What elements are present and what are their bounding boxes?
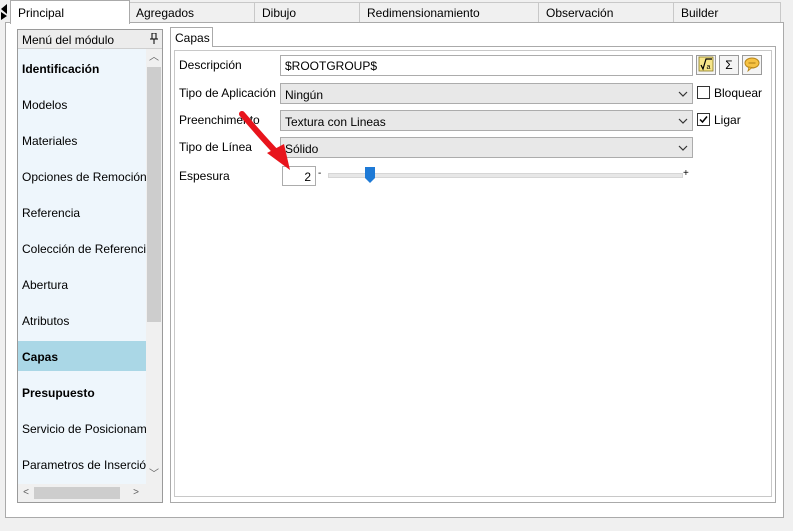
module-menu-title: Menú del módulo [22,33,115,47]
chevron-down-icon [678,91,688,97]
espesura-label: Espesura [179,169,230,183]
sidebar-item-presupuesto[interactable]: Presupuesto [18,377,146,407]
tab-agregados[interactable]: Agregados [128,2,255,22]
menu-vertical-scroll-thumb[interactable] [147,67,161,322]
tab-redimensionamiento[interactable]: Redimensionamiento [359,2,539,22]
module-menu-header: Menú del módulo [18,30,162,49]
sum-button[interactable]: Σ [719,55,739,75]
sidebar-item-colección-de-referencias[interactable]: Colección de Referencias [18,233,146,263]
preenchimento-select[interactable]: Textura con Lineas [280,110,693,131]
descripcion-label: Descripción [179,58,242,72]
espesura-slider-thumb[interactable] [365,167,375,183]
tipo-aplicacion-value: Ningún [285,88,324,102]
chevron-down-icon [678,118,688,124]
descripcion-field[interactable]: $ROOTGROUP$ [280,55,693,76]
sigma-icon: Σ [725,58,733,72]
sidebar-item-modelos[interactable]: Modelos [18,89,146,119]
formula-button[interactable]: a [696,55,716,75]
menu-horizontal-scroll-thumb[interactable] [34,487,120,499]
module-menu: Menú del módulo Identificación Modelos Mat… [17,29,163,503]
square-root-icon: a [698,56,714,72]
preenchimento-value: Textura con Lineas [285,115,386,129]
main-tab-strip: Principal Agregados Dibujo Redimensionam… [0,0,793,24]
bloquear-label: Bloquear [714,86,763,100]
tab-scroll-right-icon[interactable] [1,12,7,20]
red-arrow-annotation [239,111,290,170]
svg-text:a: a [707,64,711,71]
sidebar-item-materiales[interactable]: Materiales [18,125,146,155]
module-menu-list: Identificación Modelos Materiales Opciones … [18,49,146,484]
tab-dibujo[interactable]: Dibujo [254,2,360,22]
menu-horizontal-scrollbar[interactable]: < > [18,484,162,502]
tipo-aplicacion-select[interactable]: Ningún [280,83,693,104]
slider-max-label: + [683,168,689,179]
tab-capas[interactable]: Capas [170,27,213,47]
scroll-right-icon[interactable]: > [128,485,144,501]
pin-icon[interactable] [150,32,158,47]
sidebar-item-opciones-de-remoción[interactable]: Opciones de Remoción [18,161,146,191]
bloquear-checkbox[interactable] [697,86,710,99]
ligar-checkbox[interactable] [697,113,710,126]
scroll-down-icon[interactable]: ﹀ [146,467,162,483]
sidebar-item-atributos[interactable]: Atributos [18,305,146,335]
tipo-aplicacion-label: Tipo de Aplicación [179,86,276,100]
sidebar-item-capas[interactable]: Capas [18,341,146,371]
tab-builder[interactable]: Builder [673,2,781,22]
espesura-slider-track[interactable] [328,173,683,178]
sidebar-item-identificación[interactable]: Identificación [18,53,146,83]
sidebar-item-abertura[interactable]: Abertura [18,269,146,299]
ligar-label: Ligar [714,113,741,127]
sidebar-item-servicio-de-posicionamiento[interactable]: Servicio de Posicionamiento [18,413,146,443]
scroll-up-icon[interactable]: ︿ [146,50,162,66]
speech-bubble-icon [744,57,760,73]
checkmark-icon [699,116,708,124]
chevron-down-icon [678,145,688,151]
sidebar-item-parametros-de-inserción[interactable]: Parametros de Inserción [18,449,146,479]
slider-min-label: - [318,168,322,179]
menu-vertical-scrollbar[interactable]: ︿ ﹀ [146,49,162,484]
scroll-left-icon[interactable]: < [18,485,34,501]
comment-button[interactable] [742,55,762,75]
tab-observacion[interactable]: Observación [538,2,674,22]
tipo-linea-select[interactable]: Sólido [280,137,693,158]
sidebar-item-referencia[interactable]: Referencia [18,197,146,227]
tab-principal[interactable]: Principal [10,0,130,24]
